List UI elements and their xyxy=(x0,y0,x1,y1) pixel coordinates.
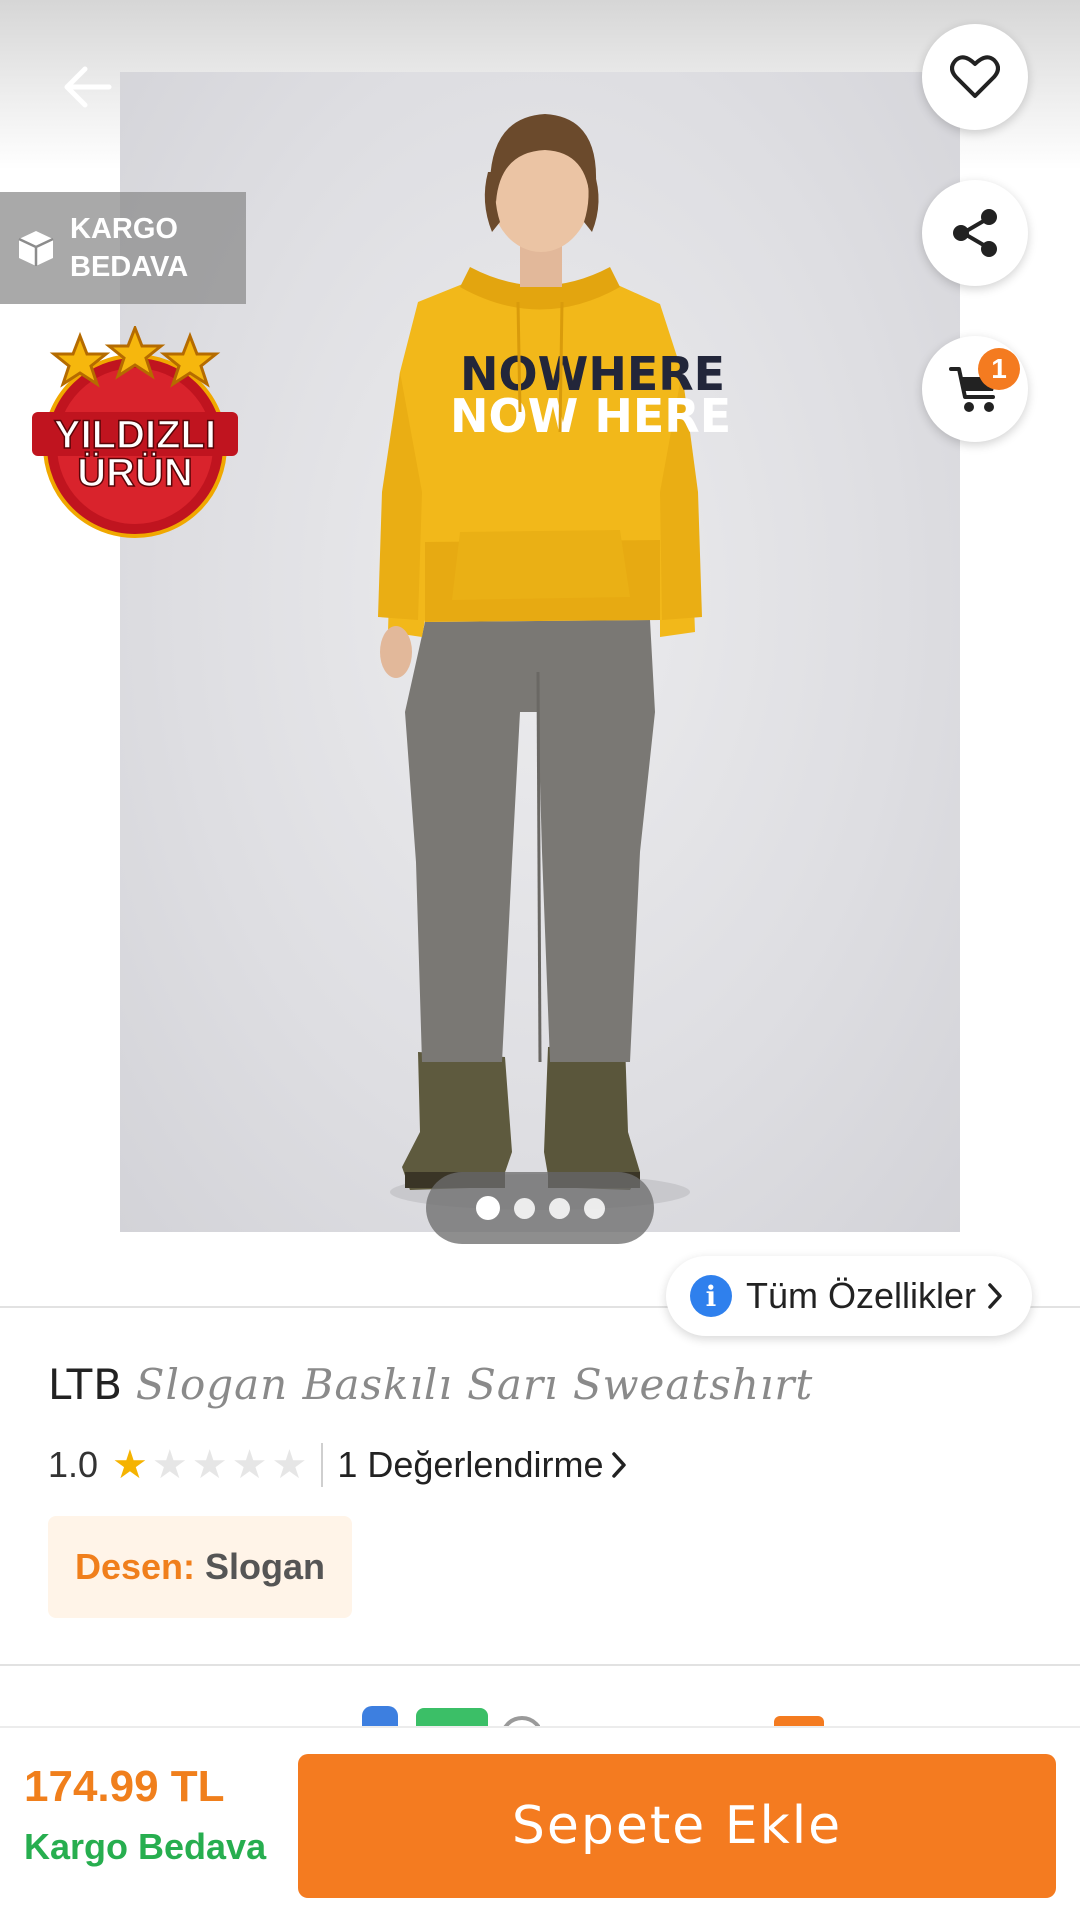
star-filled-icon: ★ xyxy=(112,1443,148,1487)
favorite-button[interactable] xyxy=(922,24,1028,130)
kargo-badge-line1: KARGO xyxy=(70,213,178,245)
pattern-value: Slogan xyxy=(205,1546,326,1587)
shipping-label: Kargo Bedava xyxy=(24,1826,267,1867)
rating-stars: ★ ★ ★ ★ ★ xyxy=(112,1445,307,1485)
share-button[interactable] xyxy=(922,180,1028,286)
star-badge-line2: ÜRÜN xyxy=(77,450,193,495)
star-empty-icon: ★ xyxy=(191,1443,228,1487)
divider xyxy=(0,1664,1080,1666)
shirt-print-line2: NOW HERE xyxy=(450,389,731,443)
pager-dot[interactable] xyxy=(583,1197,605,1219)
star-empty-icon: ★ xyxy=(151,1443,188,1487)
star-empty-icon: ★ xyxy=(231,1443,268,1487)
add-to-cart-button[interactable]: Sepete Ekle xyxy=(298,1754,1056,1898)
rating-row: 1.0 ★ ★ ★ ★ ★ 1 Değerlendirme xyxy=(48,1440,627,1490)
arrow-left-icon xyxy=(64,66,112,108)
info-icon: i xyxy=(690,1275,732,1317)
share-icon xyxy=(953,209,997,257)
all-features-button[interactable]: i Tüm Özellikler xyxy=(666,1256,1032,1336)
chevron-right-icon xyxy=(612,1452,627,1478)
kargo-badge-line2: BEDAVA xyxy=(70,251,189,283)
free-shipping-badge: KARGO BEDAVA xyxy=(0,192,246,304)
rating-value: 1.0 xyxy=(48,1444,99,1485)
product-name: Slogan Baskılı Sarı Sweatshırt xyxy=(135,1360,814,1409)
product-gallery[interactable]: NOWHERE NOW HERE 1 KARGO BEDAVA YILDIZLI… xyxy=(0,0,1080,1305)
heart-outline-icon xyxy=(950,55,1000,98)
reviews-link[interactable]: 1 Değerlendirme xyxy=(337,1444,627,1486)
pager-dot[interactable] xyxy=(548,1197,570,1219)
image-pager[interactable] xyxy=(426,1172,654,1244)
package-icon xyxy=(18,231,54,266)
pattern-key: Desen: xyxy=(74,1546,196,1587)
pager-dot[interactable] xyxy=(475,1196,500,1220)
back-button[interactable] xyxy=(52,52,122,122)
all-features-label: Tüm Özellikler xyxy=(746,1275,977,1316)
star-product-badge: YILDIZLI ÜRÜN xyxy=(32,326,238,538)
price: 174.99 TL xyxy=(24,1762,225,1811)
product-brand[interactable]: LTB xyxy=(48,1360,123,1409)
model-illustration: NOWHERE NOW HERE xyxy=(378,114,731,1210)
product-title: LTB Slogan Baskılı Sarı Sweatshırt xyxy=(48,1360,1038,1409)
reviews-label: 1 Değerlendirme xyxy=(337,1444,604,1485)
chevron-right-icon xyxy=(988,1283,1002,1309)
bottom-bar: 174.99 TL Kargo Bedava Sepete Ekle xyxy=(0,1726,1080,1922)
pattern-chip[interactable]: Desen: Slogan xyxy=(48,1516,352,1618)
rating-separator xyxy=(321,1443,324,1487)
peek-shield-icon xyxy=(362,1706,398,1728)
cart-count-badge: 1 xyxy=(978,348,1020,390)
cart-button[interactable]: 1 xyxy=(922,336,1028,442)
star-empty-icon: ★ xyxy=(271,1443,308,1487)
pager-dot[interactable] xyxy=(513,1197,535,1219)
product-photo[interactable]: NOWHERE NOW HERE xyxy=(120,72,960,1232)
